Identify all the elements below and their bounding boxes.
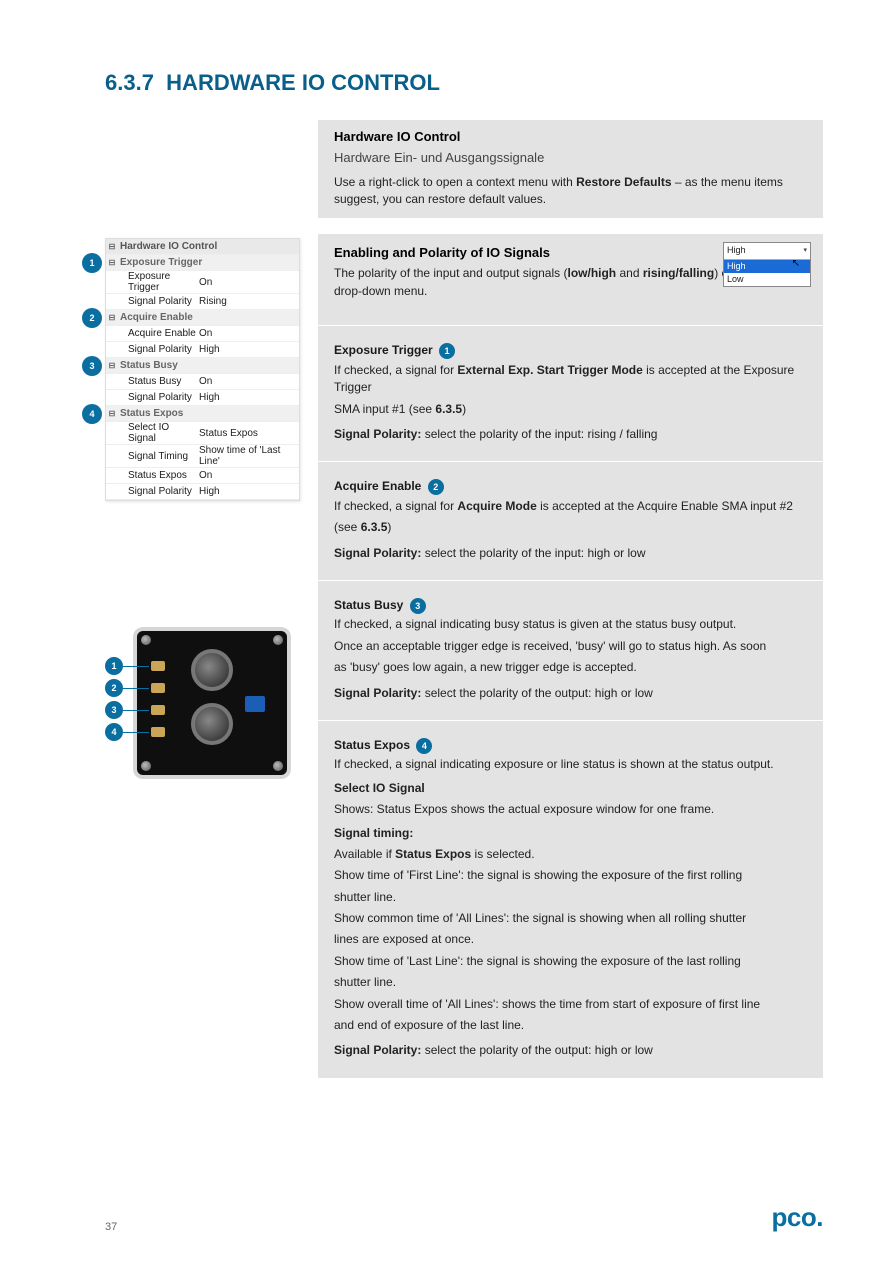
brand-logo: pco. bbox=[772, 1202, 823, 1233]
inline-badge-4: 4 bbox=[416, 738, 432, 754]
badge-1: 1 bbox=[82, 253, 102, 273]
status-busy-box: Status Busy 3 If checked, a signal indic… bbox=[318, 581, 823, 721]
section-heading: 6.3.7 HARDWARE IO CONTROL bbox=[105, 70, 823, 96]
intro-title-en: Hardware IO Control bbox=[334, 128, 807, 147]
cam-badge-4: 4 bbox=[105, 723, 123, 741]
property-grid: ⊟ Hardware IO Control 1 ⊟ Exposure Trigg… bbox=[105, 238, 300, 501]
cam-badge-2: 2 bbox=[105, 679, 123, 697]
expand-icon[interactable]: ⊟ bbox=[106, 258, 118, 267]
expand-icon[interactable]: ⊟ bbox=[106, 409, 118, 418]
inline-badge-1: 1 bbox=[439, 343, 455, 359]
intro-title-de: Hardware Ein- und Ausgangssignale bbox=[334, 149, 807, 168]
expand-icon[interactable]: ⊟ bbox=[106, 242, 118, 251]
chevron-down-icon: ▾ bbox=[803, 246, 807, 256]
status-expos-box: Status Expos 4 If checked, a signal indi… bbox=[318, 721, 823, 1078]
intro-box: Hardware IO Control Hardware Ein- und Au… bbox=[318, 120, 823, 218]
inline-badge-3: 3 bbox=[410, 598, 426, 614]
polarity-dropdown[interactable]: High▾ High Low ↖ bbox=[723, 242, 811, 286]
badge-2: 2 bbox=[82, 308, 102, 328]
badge-3: 3 bbox=[82, 356, 102, 376]
expand-icon[interactable]: ⊟ bbox=[106, 361, 118, 370]
page-footer: 37 pco. bbox=[0, 1202, 893, 1233]
acquire-enable-box: Acquire Enable 2 If checked, a signal fo… bbox=[318, 462, 823, 581]
cam-badge-3: 3 bbox=[105, 701, 123, 719]
badge-4: 4 bbox=[82, 404, 102, 424]
expand-icon[interactable]: ⊟ bbox=[106, 313, 118, 322]
io-polarity-box: Enabling and Polarity of IO Signals The … bbox=[318, 234, 823, 326]
cursor-icon: ↖ bbox=[792, 257, 800, 272]
inline-badge-2: 2 bbox=[428, 479, 444, 495]
page-number: 37 bbox=[105, 1221, 117, 1233]
camera-back-photo: 1 2 3 4 bbox=[105, 631, 287, 775]
exposure-trigger-box: Exposure Trigger 1 If checked, a signal … bbox=[318, 326, 823, 462]
dropdown-option[interactable]: Low bbox=[724, 273, 810, 286]
cam-badge-1: 1 bbox=[105, 657, 123, 675]
